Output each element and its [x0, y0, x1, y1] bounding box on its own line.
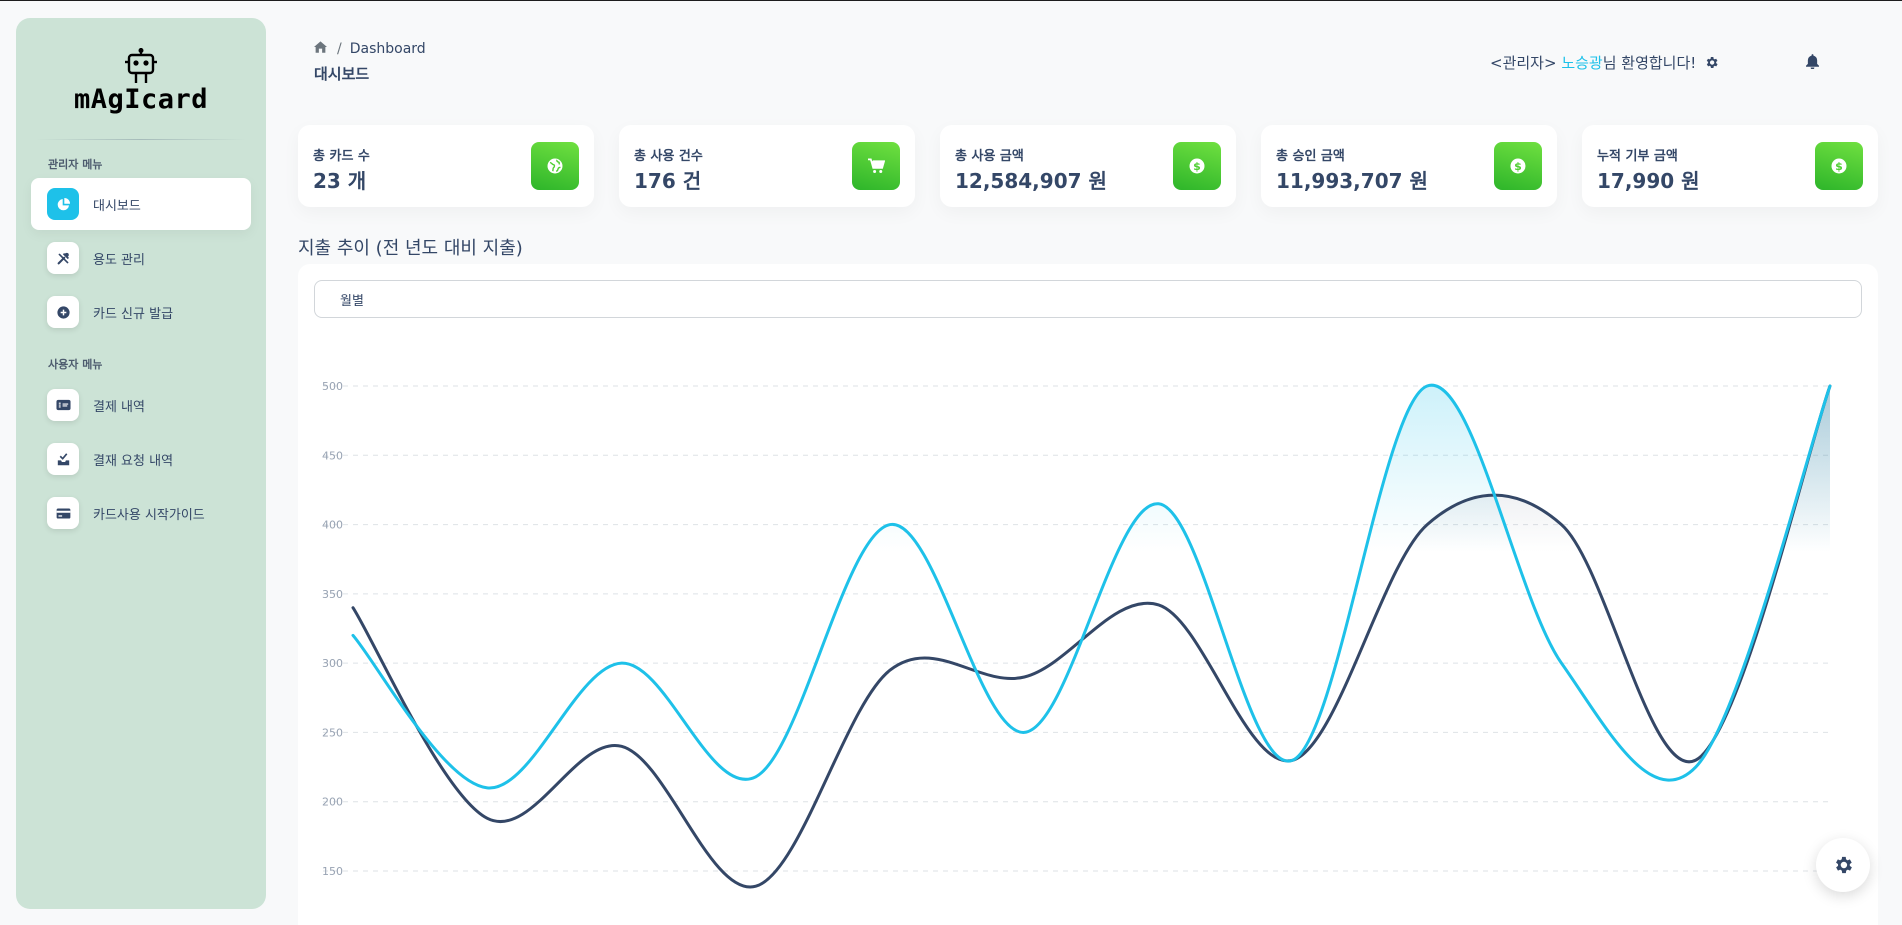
robot-logo-icon [125, 48, 157, 83]
stat-card-total-usage-amount: 총 사용 금액 12,584,907 원 $ [940, 125, 1236, 207]
stat-card-total-cards: 총 카드 수 23 개 [298, 125, 594, 207]
home-icon[interactable] [314, 41, 327, 57]
sidebar-item-card-guide[interactable]: 카드사용 시작가이드 [31, 487, 251, 539]
y-tick-label: 150 [322, 865, 343, 878]
sidebar-item-label: 카드 신규 발급 [93, 306, 174, 322]
y-tick-label: 200 [322, 796, 343, 809]
admin-menu-heading: 관리자 메뉴 [48, 158, 103, 171]
credit-card-icon [47, 497, 79, 529]
stat-label: 누적 기부 금액 [1597, 149, 1678, 164]
svg-text:$: $ [1193, 160, 1201, 173]
cart-icon [852, 142, 900, 190]
logo-text: mAgIcard [73, 84, 209, 115]
stat-label: 총 사용 건수 [634, 149, 703, 164]
stat-value: 176 건 [634, 169, 702, 193]
svg-text:$: $ [1835, 160, 1843, 173]
user-name[interactable]: 노승광 [1561, 54, 1602, 72]
sidebar-item-label: 용도 관리 [93, 252, 145, 268]
svg-text:$: $ [1514, 160, 1522, 173]
sidebar-item-label: 결재 요청 내역 [93, 453, 174, 469]
sidebar-item-usage-management[interactable]: 용도 관리 [31, 232, 251, 284]
user-menu-heading: 사용자 메뉴 [48, 358, 103, 371]
y-tick-label: 250 [322, 726, 343, 739]
stat-value: 17,990 원 [1597, 169, 1700, 193]
sidebar-item-dashboard[interactable]: 대시보드 [31, 178, 251, 230]
sidebar-item-label: 대시보드 [93, 198, 141, 214]
dollar-circle-icon: $ [1494, 142, 1542, 190]
gear-icon [1836, 856, 1852, 874]
tools-icon [47, 242, 79, 274]
chart-card: 150 200 250 300 350 400 450 500 월별 [298, 264, 1878, 925]
breadcrumb-current: Dashboard [349, 41, 426, 57]
dollar-circle-icon: $ [1173, 142, 1221, 190]
pie-chart-icon [47, 188, 79, 220]
stat-label: 총 사용 금액 [955, 149, 1024, 164]
sidebar: mAgIcard 관리자 메뉴 대시보드 용도 관리 카드 신규 발급 사용자 … [16, 18, 266, 909]
plus-circle-icon [47, 296, 79, 328]
series-area [353, 386, 1830, 888]
sidebar-item-new-card[interactable]: 카드 신규 발급 [31, 286, 251, 338]
breadcrumb-separator: / [337, 41, 342, 57]
y-tick-label: 300 [322, 657, 343, 670]
welcome-suffix: 님 환영합니다! [1602, 54, 1697, 72]
dollar-circle-icon: $ [1815, 142, 1863, 190]
stat-card-total-donation: 누적 기부 금액 17,990 원 $ [1582, 125, 1878, 207]
y-tick-label: 500 [322, 380, 343, 393]
chart-section-title: 지출 추이 (전 년도 대비 지출) [298, 238, 523, 259]
stat-value: 23 개 [313, 169, 367, 193]
sidebar-divider [36, 139, 246, 140]
settings-fab-button[interactable] [1816, 838, 1870, 892]
period-select[interactable]: 월별 [314, 280, 1862, 318]
y-tick-label: 400 [322, 519, 343, 532]
period-select-value: 월별 [340, 293, 364, 309]
breadcrumb: / Dashboard [314, 41, 426, 57]
sidebar-item-payment-history[interactable]: 결제 내역 [31, 379, 251, 431]
gear-icon[interactable] [1704, 55, 1719, 74]
welcome-message: <관리자> 노승광님 환영합니다! [1490, 52, 1696, 73]
welcome-prefix: <관리자> [1490, 54, 1562, 72]
page-title: 대시보드 [314, 65, 370, 83]
logo[interactable]: mAgIcard [16, 48, 266, 128]
receipt-icon [47, 389, 79, 421]
stat-card-total-approved-amount: 총 승인 금액 11,993,707 원 $ [1261, 125, 1557, 207]
y-tick-label: 350 [322, 588, 343, 601]
stat-card-total-usage-count: 총 사용 건수 176 건 [619, 125, 915, 207]
y-tick-label: 450 [322, 449, 343, 462]
inbox-check-icon [47, 443, 79, 475]
stat-label: 총 카드 수 [313, 149, 370, 164]
sidebar-item-approval-requests[interactable]: 결재 요청 내역 [31, 433, 251, 485]
globe-icon [531, 142, 579, 190]
spending-trend-chart: 150 200 250 300 350 400 450 500 [322, 380, 1832, 889]
bell-icon[interactable] [1806, 54, 1819, 73]
sidebar-item-label: 카드사용 시작가이드 [93, 507, 205, 523]
sidebar-item-label: 결제 내역 [93, 399, 145, 415]
stat-value: 11,993,707 원 [1276, 169, 1428, 193]
stat-label: 총 승인 금액 [1276, 149, 1345, 164]
stat-value: 12,584,907 원 [955, 169, 1107, 193]
